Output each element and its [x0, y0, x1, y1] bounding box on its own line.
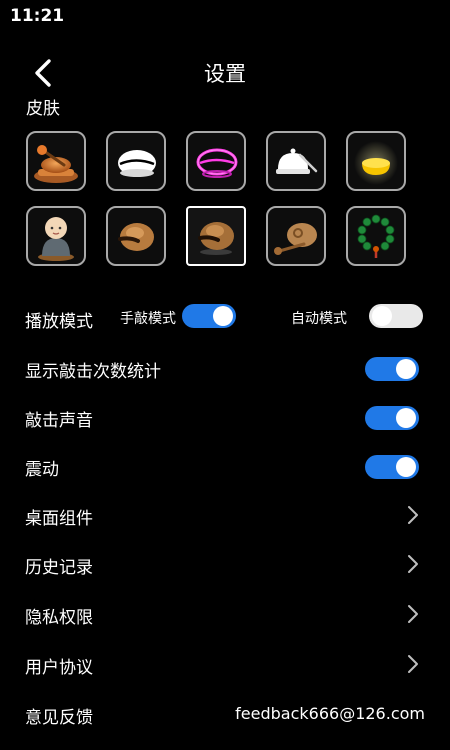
play-mode-row: 播放模式 手敲模式 自动模式: [0, 298, 450, 338]
vibration-row[interactable]: 震动: [0, 446, 450, 486]
golden-bowl-icon: [354, 141, 398, 185]
toggle-knob: [213, 306, 233, 326]
skin-golden-glowing-bowl[interactable]: [346, 131, 406, 191]
show-stats-label: 显示敲击次数统计: [25, 362, 161, 382]
auto-mode-toggle[interactable]: [369, 304, 423, 328]
status-time: 11:21: [10, 6, 65, 26]
show-stats-row[interactable]: 显示敲击次数统计: [0, 348, 450, 388]
privacy-row[interactable]: 隐私权限: [0, 594, 450, 634]
chevron-right-icon: [408, 506, 418, 524]
skin-gong-with-mallet[interactable]: [26, 131, 86, 191]
toggle-knob: [396, 408, 416, 428]
chevron-right-icon: [408, 655, 418, 673]
manual-mode-label: 手敲模式: [120, 311, 176, 327]
manual-mode-toggle[interactable]: [182, 304, 236, 328]
prayer-beads-icon: [357, 214, 395, 258]
skin-little-monk[interactable]: [26, 206, 86, 266]
skin-bell-with-striker[interactable]: [266, 131, 326, 191]
skin-green-prayer-beads[interactable]: [346, 206, 406, 266]
agreement-row[interactable]: 用户协议: [0, 644, 450, 684]
widget-row[interactable]: 桌面组件: [0, 495, 450, 535]
skin-white-wooden-fish[interactable]: [106, 131, 166, 191]
toggle-knob: [396, 359, 416, 379]
widget-label: 桌面组件: [25, 509, 93, 529]
toggle-knob: [372, 306, 392, 326]
sound-toggle[interactable]: [365, 406, 419, 430]
feedback-row[interactable]: 意见反馈 feedback666@126.com: [0, 694, 450, 734]
skin-dark-wooden-fish[interactable]: [186, 206, 246, 266]
wooden-fish-icon: [198, 222, 234, 255]
vibration-toggle[interactable]: [365, 455, 419, 479]
skin-brown-wooden-fish[interactable]: [106, 206, 166, 266]
history-row[interactable]: 历史记录: [0, 544, 450, 584]
wooden-fish-icon: [118, 223, 154, 251]
status-bar: 11:21: [0, 0, 450, 34]
neon-wooden-fish-icon: [196, 148, 238, 178]
sound-row[interactable]: 敲击声音: [0, 397, 450, 437]
skin-section-label: 皮肤: [26, 99, 60, 119]
agreement-label: 用户协议: [25, 658, 93, 678]
feedback-label: 意见反馈: [25, 708, 93, 728]
show-stats-toggle[interactable]: [365, 357, 419, 381]
header: 设置: [0, 50, 450, 94]
vibration-label: 震动: [25, 460, 59, 480]
chevron-right-icon: [408, 605, 418, 623]
toggle-knob: [396, 457, 416, 477]
monk-icon: [38, 217, 74, 261]
bell-icon: [276, 148, 318, 174]
auto-mode-label: 自动模式: [291, 311, 347, 327]
skin-carved-wooden-fish-with-stick[interactable]: [266, 206, 326, 266]
feedback-email[interactable]: feedback666@126.com: [235, 704, 425, 723]
chevron-right-icon: [408, 555, 418, 573]
sound-label: 敲击声音: [25, 411, 93, 431]
gong-icon: [34, 145, 78, 183]
history-label: 历史记录: [25, 558, 93, 578]
skin-neon-pink-wooden-fish[interactable]: [186, 131, 246, 191]
carved-wooden-fish-icon: [274, 223, 317, 255]
wooden-fish-icon: [118, 150, 156, 177]
page-title: 设置: [204, 62, 246, 86]
privacy-label: 隐私权限: [25, 608, 93, 628]
play-mode-label: 播放模式: [25, 312, 93, 332]
